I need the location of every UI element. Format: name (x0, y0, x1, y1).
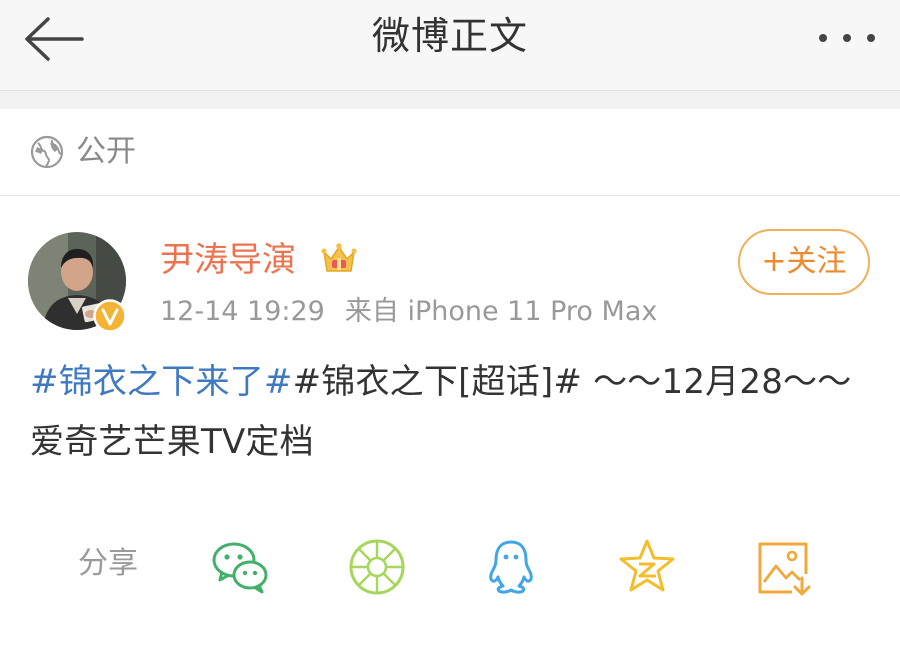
post-content: #锦衣之下来了##锦衣之下[超话]# ～～12月28～～ 爱奇艺芒果TV定档 (30, 352, 870, 472)
post-text-line2: 爱奇艺芒果TV定档 (30, 422, 314, 462)
moments-icon[interactable] (346, 536, 408, 598)
globe-icon (30, 135, 64, 169)
author-name[interactable]: 尹涛导演 (160, 238, 296, 282)
more-dots-icon[interactable] (816, 20, 878, 56)
page-title: 微博正文 (371, 14, 528, 58)
save-image-icon[interactable] (752, 536, 814, 598)
visibility-row: 公开 (0, 109, 900, 196)
section-divider (0, 91, 900, 109)
share-row: 分享 (0, 530, 900, 600)
verified-badge-icon (93, 299, 127, 333)
post-meta: 12-14 19:29 来自 iPhone 11 Pro Max (160, 294, 657, 330)
wechat-icon[interactable] (210, 536, 272, 598)
topic-link[interactable]: #锦衣之下来了# (30, 362, 293, 402)
follow-button[interactable]: +关注 (738, 229, 870, 295)
post-text-line1: ～～12月28～～ (582, 362, 852, 402)
visibility-label: 公开 (76, 134, 136, 169)
share-label: 分享 (78, 546, 138, 581)
super-topic-text[interactable]: #锦衣之下[超话]# (293, 362, 583, 402)
qq-icon[interactable] (480, 536, 542, 598)
post-time: 12-14 19:29 (160, 296, 325, 327)
top-nav-bar: 微博正文 (0, 0, 900, 91)
post-source: 来自 iPhone 11 Pro Max (344, 296, 658, 327)
qzone-icon[interactable] (616, 536, 678, 598)
crown-icon[interactable] (320, 240, 358, 278)
